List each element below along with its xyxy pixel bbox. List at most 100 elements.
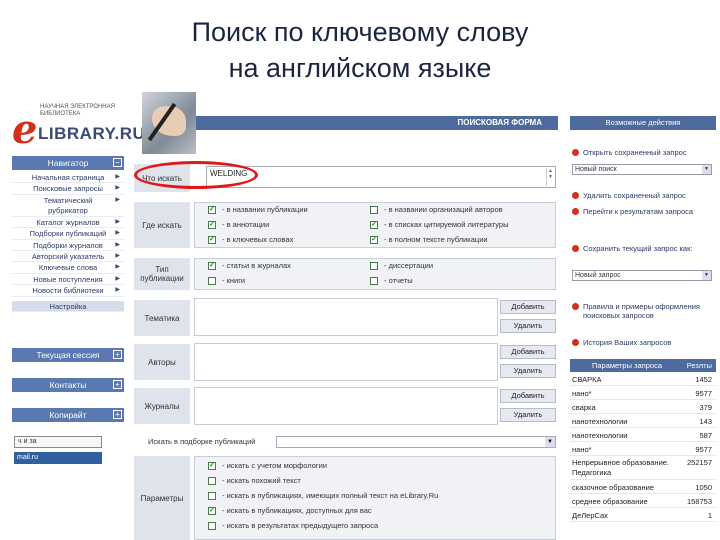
checkbox-references[interactable]: ✓ xyxy=(370,221,378,229)
rules-examples-link[interactable]: Правила и примеры оформления поисковых з… xyxy=(572,302,716,320)
slide-title-line1: Поиск по ключевому слову xyxy=(191,17,529,47)
action-label: История Ваших запросов xyxy=(583,338,672,347)
journals-label: Журналы xyxy=(134,388,190,424)
chevron-down-icon[interactable]: ▼ xyxy=(702,165,711,174)
chevron-down-icon[interactable]: ▼ xyxy=(702,271,711,280)
go-to-results-link[interactable]: Перейти к результатам запроса xyxy=(572,207,716,216)
session-header[interactable]: Текущая сессия + xyxy=(12,348,124,362)
checkbox-morphology[interactable]: ✓ xyxy=(208,462,216,470)
counter-badge[interactable]: ч и за xyxy=(14,436,102,448)
chevron-down-icon[interactable]: ▼ xyxy=(545,437,555,447)
mailru-badge[interactable]: mail.ru xyxy=(14,452,102,464)
nav-item-label: Поисковые запросы xyxy=(33,184,103,194)
checkbox-similar[interactable] xyxy=(208,477,216,485)
collection-select[interactable]: ▼ xyxy=(276,436,556,448)
row-query: нано* xyxy=(572,445,592,454)
nav-item-rubricator[interactable]: Тематический рубрикатор ▶ xyxy=(12,195,124,217)
save-query-select[interactable]: Новый запрос ▼ xyxy=(572,270,712,281)
checkbox-books[interactable] xyxy=(208,277,216,285)
nav-item-new[interactable]: Новые поступления ▶ xyxy=(12,274,124,286)
row-count: 9577 xyxy=(695,389,712,398)
counter-badge-text: ч и за xyxy=(18,438,37,445)
checkbox-fulltext[interactable]: ✓ xyxy=(370,236,378,244)
nav-item-keywords[interactable]: Ключевые слова ▶ xyxy=(12,262,124,274)
query-history-row[interactable]: среднее образование 158753 xyxy=(570,496,716,508)
where-option-label: - в ключевых словах xyxy=(222,235,294,244)
bullet-icon xyxy=(572,303,579,310)
checkbox-title[interactable]: ✓ xyxy=(208,206,216,214)
mailru-badge-text: mail.ru xyxy=(17,454,39,461)
query-history-row[interactable]: ДеЛерСах 1 xyxy=(570,510,716,522)
expand-icon[interactable]: + xyxy=(113,380,122,389)
topic-add-button[interactable]: Добавить xyxy=(500,300,556,314)
session-label: Текущая сессия xyxy=(36,350,100,360)
open-saved-query-link[interactable]: Открыть сохраненный запрос xyxy=(572,148,716,157)
contacts-header[interactable]: Контакты + xyxy=(12,378,124,392)
action-label: Сохранить текущий запрос как: xyxy=(583,244,693,253)
arrow-right-icon: ▶ xyxy=(115,264,120,271)
row-query: нанотехнологии xyxy=(572,431,628,440)
scroll-arrows-icon[interactable]: ▲ ▼ xyxy=(546,168,554,186)
delete-saved-query-link[interactable]: Удалить сохраненный запрос xyxy=(572,191,716,200)
authors-field[interactable] xyxy=(194,343,498,381)
checkbox-has-fulltext[interactable] xyxy=(208,492,216,500)
query-history-row[interactable]: нано* 9577 xyxy=(570,388,716,400)
copyright-header[interactable]: Копирайт + xyxy=(12,408,124,422)
arrow-right-icon: ▶ xyxy=(115,218,120,225)
params-col-query: Параметры запроса xyxy=(592,361,662,370)
journals-field[interactable] xyxy=(194,387,498,425)
row-query: Непрерывное образование. Педагогика xyxy=(572,458,670,477)
checkbox-prev-results[interactable] xyxy=(208,522,216,530)
topic-field[interactable] xyxy=(194,298,498,336)
search-query-input[interactable]: WELDING ▲ ▼ xyxy=(206,166,556,188)
checkbox-org[interactable] xyxy=(370,206,378,214)
checkbox-reports[interactable] xyxy=(370,277,378,285)
nav-item-authors[interactable]: Авторский указатель ▶ xyxy=(12,251,124,263)
logo-tagline: НАУЧНАЯ ЭЛЕКТРОННАЯ БИБЛИОТЕКА xyxy=(40,104,115,117)
nav-item-news[interactable]: Новости библиотеки ▶ xyxy=(12,285,124,297)
query-history-link[interactable]: История Ваших запросов xyxy=(572,338,716,347)
topic-remove-button[interactable]: Удалить xyxy=(500,319,556,333)
expand-icon[interactable]: + xyxy=(113,410,122,419)
query-history-row[interactable]: нанотехнологии 587 xyxy=(570,430,716,442)
right-sidebar: Возможные действия Открыть сохраненный з… xyxy=(568,88,720,540)
nav-item-journal-collections[interactable]: Подборки журналов ▶ xyxy=(12,240,124,251)
query-history-row[interactable]: сварка 379 xyxy=(570,402,716,414)
query-history-row[interactable]: нано* 9577 xyxy=(570,444,716,456)
checkbox-dissertations[interactable] xyxy=(370,262,378,270)
navigator-header[interactable]: Навигатор − xyxy=(12,156,124,170)
query-history-row[interactable]: нанотехнологии 143 xyxy=(570,416,716,428)
journals-add-button[interactable]: Добавить xyxy=(500,389,556,403)
query-history-row[interactable]: Непрерывное образование. Педагогика 25215… xyxy=(570,458,716,480)
nav-item-queries[interactable]: Поисковые запросы ▶ xyxy=(12,183,124,195)
row-count: 9577 xyxy=(695,445,712,454)
journals-remove-button[interactable]: Удалить xyxy=(500,408,556,422)
checkbox-keywords[interactable]: ✓ xyxy=(208,236,216,244)
where-label: Где искать xyxy=(134,202,190,248)
bullet-icon xyxy=(572,339,579,346)
authors-remove-button[interactable]: Удалить xyxy=(500,364,556,378)
expand-icon[interactable]: + xyxy=(113,350,122,359)
elibrary-screenshot: НАУЧНАЯ ЭЛЕКТРОННАЯ БИБЛИОТЕКА e LIBRARY… xyxy=(0,88,720,540)
nav-item-home[interactable]: Начальная страница ▶ xyxy=(12,172,124,184)
save-query-link[interactable]: Сохранить текущий запрос как: xyxy=(572,244,716,253)
checkbox-abstract[interactable]: ✓ xyxy=(208,221,216,229)
action-label: Перейти к результатам запроса xyxy=(583,207,694,216)
row-query: ДеЛерСах xyxy=(572,511,608,520)
param-option-label: - искать похожий текст xyxy=(222,476,301,485)
elibrary-logo[interactable]: НАУЧНАЯ ЭЛЕКТРОННАЯ БИБЛИОТЕКА e LIBRARY… xyxy=(12,102,145,150)
query-history-row[interactable]: СВАРКА 1452 xyxy=(570,374,716,386)
checkbox-articles[interactable]: ✓ xyxy=(208,262,216,270)
checkbox-available[interactable]: ✓ xyxy=(208,507,216,515)
form-header: ПОИСКОВАЯ ФОРМА xyxy=(196,116,558,130)
query-history-row[interactable]: сказочное образование 1050 xyxy=(570,482,716,494)
row-count: 158753 xyxy=(686,497,712,506)
nav-item-settings[interactable]: Настройка xyxy=(12,300,124,312)
nav-item-label: Ключевые слова xyxy=(38,263,98,273)
nav-item-pub-collections[interactable]: Подборки публикаций ▶ xyxy=(12,228,124,240)
authors-add-button[interactable]: Добавить xyxy=(500,345,556,359)
collapse-icon[interactable]: − xyxy=(113,158,122,167)
arrow-right-icon: ▶ xyxy=(115,196,120,203)
saved-query-select[interactable]: Новый поиск ▼ xyxy=(572,164,712,175)
nav-item-journals[interactable]: Каталог журналов ▶ xyxy=(12,217,124,229)
